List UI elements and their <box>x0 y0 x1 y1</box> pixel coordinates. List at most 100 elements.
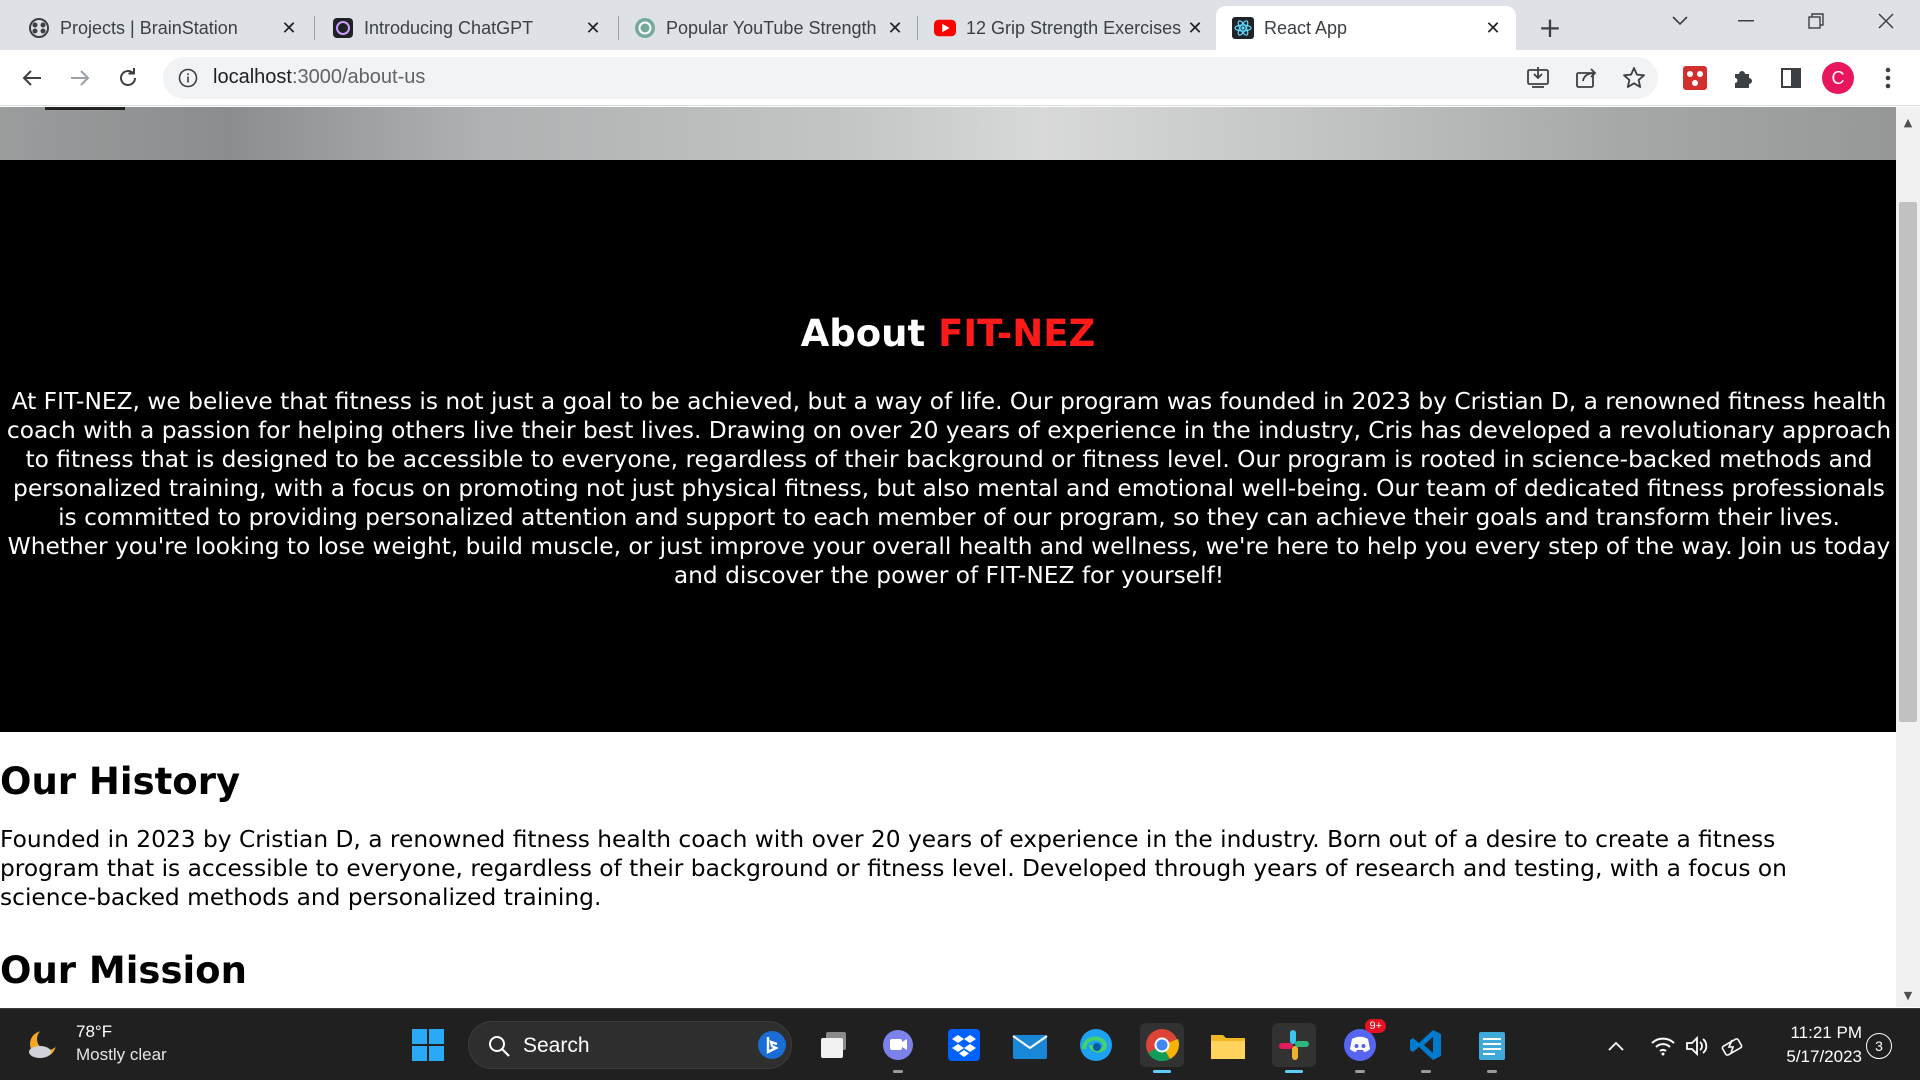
tab-youtube-strength[interactable]: Popular YouTube Strength ✕ <box>618 6 918 50</box>
mission-heading: Our Mission <box>0 949 247 992</box>
history-body: Founded in 2023 by Cristian D, a renowne… <box>0 826 1787 911</box>
windows-taskbar: 78°F Mostly clear Search 9+ 11:21 PM 5/1… <box>0 1008 1920 1080</box>
volume-icon[interactable] <box>1682 1031 1712 1061</box>
taskbar-dropbox[interactable] <box>942 1023 986 1067</box>
start-button[interactable] <box>406 1023 450 1067</box>
bing-icon <box>758 1031 786 1059</box>
extension-red-icon[interactable] <box>1679 62 1711 94</box>
install-app-icon[interactable] <box>1522 62 1554 94</box>
browser-tab-strip: Projects | BrainStation ✕ Introducing Ch… <box>0 0 1920 50</box>
tab-title: Projects | BrainStation <box>60 17 238 38</box>
close-tab-icon[interactable]: ✕ <box>1184 17 1206 39</box>
profile-avatar[interactable]: C <box>1822 62 1854 94</box>
tab-brainstation[interactable]: Projects | BrainStation ✕ <box>12 6 312 50</box>
share-icon[interactable] <box>1571 62 1603 94</box>
tab-react-app[interactable]: React App ✕ <box>1216 6 1516 50</box>
openai-icon <box>332 17 354 39</box>
about-heading-prefix: About <box>800 312 939 355</box>
discord-badge: 9+ <box>1365 1019 1386 1033</box>
weather-condition: Mostly clear <box>76 1045 167 1064</box>
battery-icon[interactable] <box>1718 1031 1748 1061</box>
info-icon[interactable] <box>177 67 199 89</box>
dropbox-icon <box>948 1029 980 1061</box>
page-viewport: About FIT-NEZ At FIT-NEZ, we believe tha… <box>0 107 1896 1007</box>
tab-grip-exercises[interactable]: 12 Grip Strength Exercises ✕ <box>918 6 1218 50</box>
moon-cloud-icon <box>29 1028 59 1058</box>
arrow-left-icon <box>22 70 41 86</box>
history-heading: Our History <box>0 760 241 803</box>
side-panel-icon[interactable] <box>1775 62 1807 94</box>
weather-temp: 78°F <box>76 1022 113 1041</box>
vscode-icon <box>1410 1030 1441 1060</box>
folder-icon <box>1211 1035 1245 1059</box>
url-text[interactable]: localhost:3000/about-us <box>213 66 425 89</box>
url-host: localhost <box>213 66 292 88</box>
search-icon <box>489 1036 510 1057</box>
tab-title: Introducing ChatGPT <box>364 17 534 38</box>
back-button[interactable] <box>14 60 50 96</box>
search-label: Search <box>523 1034 590 1057</box>
taskbar-slack[interactable] <box>1272 1023 1316 1073</box>
tab-separator <box>314 16 315 40</box>
scroll-up-arrow-icon[interactable]: ▲ <box>1896 112 1920 132</box>
running-indicator <box>1153 1070 1171 1073</box>
browser-toolbar: localhost:3000/about-us C <box>0 50 1920 106</box>
close-tab-icon[interactable]: ✕ <box>582 17 604 39</box>
new-tab-button[interactable]: + <box>1533 10 1567 44</box>
edge-icon <box>1080 1029 1112 1061</box>
clock-time: 11:21 PM <box>1790 1023 1862 1042</box>
running-indicator <box>1421 1070 1431 1073</box>
taskbar-search[interactable]: Search <box>468 1021 792 1069</box>
scroll-down-arrow-icon[interactable]: ▼ <box>1896 985 1920 1005</box>
taskbar-file-explorer[interactable] <box>1206 1023 1250 1067</box>
close-tab-icon[interactable]: ✕ <box>884 17 906 39</box>
restore-button[interactable] <box>1786 0 1846 42</box>
scroll-thumb[interactable] <box>1899 202 1917 722</box>
minimize-button[interactable] <box>1716 0 1776 42</box>
mail-icon <box>1012 1035 1048 1059</box>
bookmark-star-icon[interactable] <box>1618 62 1650 94</box>
taskbar-chrome[interactable] <box>1140 1023 1184 1073</box>
tab-chatgpt[interactable]: Introducing ChatGPT ✕ <box>316 6 616 50</box>
taskbar-teams[interactable] <box>876 1023 920 1073</box>
wifi-icon[interactable] <box>1648 1031 1678 1061</box>
close-tab-icon[interactable]: ✕ <box>278 17 300 39</box>
about-body: At FIT-NEZ, we believe that fitness is n… <box>6 388 1892 589</box>
chrome-icon <box>1146 1029 1180 1062</box>
task-view-icon <box>821 1032 846 1058</box>
slack-icon <box>1279 1030 1309 1060</box>
taskbar-mail[interactable] <box>1008 1023 1052 1067</box>
tab-title: React App <box>1264 17 1348 38</box>
forward-button[interactable] <box>62 60 98 96</box>
running-indicator <box>893 1070 903 1073</box>
show-hidden-icons[interactable] <box>1602 1031 1630 1061</box>
openai-icon <box>634 17 656 39</box>
running-indicator <box>1355 1070 1365 1073</box>
clock-date: 5/17/2023 <box>1786 1047 1862 1066</box>
reload-icon <box>120 68 136 86</box>
hero-image-bottom <box>0 107 1896 160</box>
reload-button[interactable] <box>110 60 146 96</box>
running-indicator <box>1487 1070 1497 1073</box>
notification-count[interactable]: 3 <box>1866 1033 1892 1059</box>
close-tab-icon[interactable]: ✕ <box>1482 17 1504 39</box>
kebab-menu-icon[interactable] <box>1872 62 1904 94</box>
taskbar-vscode[interactable] <box>1404 1023 1448 1073</box>
taskbar-notepad[interactable] <box>1470 1023 1514 1073</box>
taskbar-task-view[interactable] <box>812 1023 856 1067</box>
discord-icon <box>1344 1029 1376 1061</box>
close-window-button[interactable] <box>1856 0 1916 42</box>
address-bar[interactable]: localhost:3000/about-us <box>163 57 1658 99</box>
brainstation-icon <box>28 17 50 39</box>
taskbar-discord[interactable]: 9+ <box>1338 1019 1386 1073</box>
weather-widget[interactable]: 78°F Mostly clear <box>24 1021 167 1067</box>
arrow-right-icon <box>71 70 90 86</box>
about-section: About FIT-NEZ At FIT-NEZ, we believe tha… <box>0 160 1896 732</box>
page-scrollbar[interactable]: ▲ ▼ <box>1896 107 1920 1007</box>
extensions-puzzle-icon[interactable] <box>1727 62 1759 94</box>
url-path: :3000/about-us <box>291 66 426 88</box>
taskbar-edge[interactable] <box>1074 1023 1118 1067</box>
system-clock[interactable]: 11:21 PM 5/17/2023 <box>1766 1021 1862 1069</box>
tab-search-icon[interactable] <box>1650 0 1710 42</box>
running-indicator <box>1285 1070 1303 1073</box>
